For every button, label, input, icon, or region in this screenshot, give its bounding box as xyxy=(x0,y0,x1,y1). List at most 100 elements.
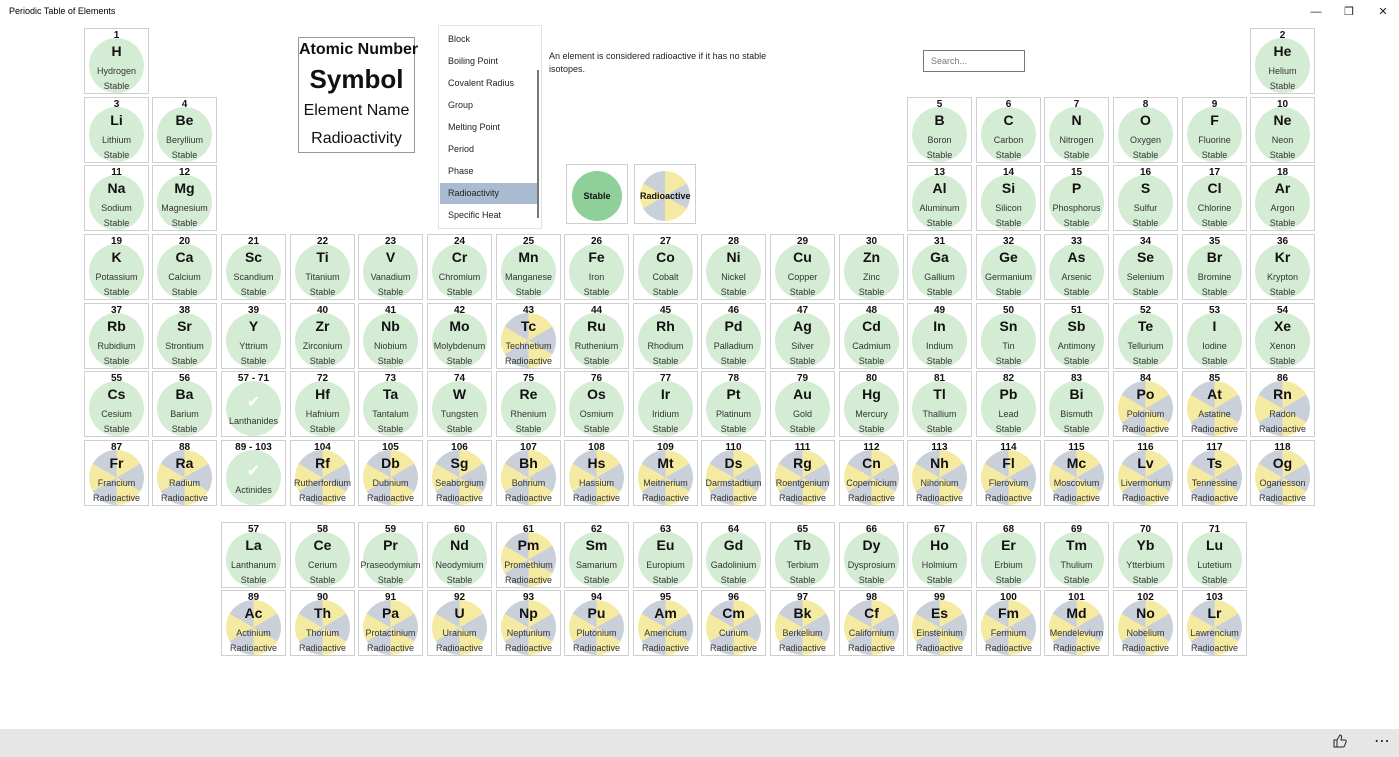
element-cell[interactable]: 112 Cn Copernicium Radioactive xyxy=(839,440,904,506)
element-cell[interactable]: 109 Mt Meitnerium Radioactive xyxy=(633,440,698,506)
element-cell[interactable]: 18 Ar Argon Stable xyxy=(1250,165,1315,231)
element-cell[interactable]: 115 Mc Moscovium Radioactive xyxy=(1044,440,1109,506)
element-cell[interactable]: 32 Ge Germanium Stable xyxy=(976,234,1041,300)
element-cell[interactable]: 17 Cl Chlorine Stable xyxy=(1182,165,1247,231)
element-cell[interactable]: 45 Rh Rhodium Stable xyxy=(633,303,698,369)
element-cell[interactable]: 103 Lr Lawrencium Radioactive xyxy=(1182,590,1247,656)
search-input[interactable] xyxy=(923,50,1025,72)
element-cell[interactable]: 67 Ho Holmium Stable xyxy=(907,522,972,588)
element-cell[interactable]: 64 Gd Gadolinium Stable xyxy=(701,522,766,588)
element-cell[interactable]: 97 Bk Berkelium Radioactive xyxy=(770,590,835,656)
property-item[interactable]: Specific Heat xyxy=(440,205,539,226)
element-cell[interactable]: 46 Pd Palladium Stable xyxy=(701,303,766,369)
element-cell[interactable]: 60 Nd Neodymium Stable xyxy=(427,522,492,588)
element-cell[interactable]: 56 Ba Barium Stable xyxy=(152,371,217,437)
element-cell[interactable]: 35 Br Bromine Stable xyxy=(1182,234,1247,300)
element-cell[interactable]: 69 Tm Thulium Stable xyxy=(1044,522,1109,588)
element-cell[interactable]: 34 Se Selenium Stable xyxy=(1113,234,1178,300)
element-cell[interactable]: 72 Hf Hafnium Stable xyxy=(290,371,355,437)
element-cell[interactable]: 102 No Nobelium Radioactive xyxy=(1113,590,1178,656)
legend-radioactive[interactable]: Radioactive xyxy=(634,164,696,224)
element-cell[interactable]: 70 Yb Ytterbium Stable xyxy=(1113,522,1178,588)
element-cell[interactable]: 25 Mn Manganese Stable xyxy=(496,234,561,300)
element-cell[interactable]: 42 Mo Molybdenum Stable xyxy=(427,303,492,369)
element-cell[interactable]: 89 Ac Actinium Radioactive xyxy=(221,590,286,656)
element-cell[interactable]: 15 P Phosphorus Stable xyxy=(1044,165,1109,231)
element-cell[interactable]: 117 Ts Tennessine Radioactive xyxy=(1182,440,1247,506)
element-cell[interactable]: 10 Ne Neon Stable xyxy=(1250,97,1315,163)
element-cell[interactable]: 23 V Vanadium Stable xyxy=(358,234,423,300)
element-cell[interactable]: 20 Ca Calcium Stable xyxy=(152,234,217,300)
element-cell[interactable]: 96 Cm Curium Radioactive xyxy=(701,590,766,656)
element-cell[interactable]: 43 Tc Technetium Radioactive xyxy=(496,303,561,369)
element-cell[interactable]: 37 Rb Rubidium Stable xyxy=(84,303,149,369)
element-cell[interactable]: 11 Na Sodium Stable xyxy=(84,165,149,231)
element-cell[interactable]: 22 Ti Titanium Stable xyxy=(290,234,355,300)
element-cell[interactable]: 13 Al Aluminum Stable xyxy=(907,165,972,231)
element-cell[interactable]: 99 Es Einsteinium Radioactive xyxy=(907,590,972,656)
property-item[interactable]: Group xyxy=(440,95,539,116)
element-cell[interactable]: 87 Fr Francium Radioactive xyxy=(84,440,149,506)
element-cell[interactable]: 58 Ce Cerium Stable xyxy=(290,522,355,588)
element-cell[interactable]: 73 Ta Tantalum Stable xyxy=(358,371,423,437)
property-list[interactable]: Block Boiling Point Covalent Radius Grou… xyxy=(438,25,542,229)
element-cell[interactable]: 98 Cf Californium Radioactive xyxy=(839,590,904,656)
element-cell[interactable]: 19 K Potassium Stable xyxy=(84,234,149,300)
element-cell[interactable]: 33 As Arsenic Stable xyxy=(1044,234,1109,300)
element-cell[interactable]: 93 Np Neptunium Radioactive xyxy=(496,590,561,656)
element-cell[interactable]: 48 Cd Cadmium Stable xyxy=(839,303,904,369)
element-cell[interactable]: 30 Zn Zinc Stable xyxy=(839,234,904,300)
element-cell[interactable]: 71 Lu Lutetium Stable xyxy=(1182,522,1247,588)
element-cell[interactable]: 78 Pt Platinum Stable xyxy=(701,371,766,437)
element-cell[interactable]: 79 Au Gold Stable xyxy=(770,371,835,437)
element-cell[interactable]: 86 Rn Radon Radioactive xyxy=(1250,371,1315,437)
element-cell[interactable]: 54 Xe Xenon Stable xyxy=(1250,303,1315,369)
element-cell[interactable]: 53 I Iodine Stable xyxy=(1182,303,1247,369)
element-cell[interactable]: 84 Po Polonium Radioactive xyxy=(1113,371,1178,437)
element-cell[interactable]: 63 Eu Europium Stable xyxy=(633,522,698,588)
element-cell[interactable]: 8 O Oxygen Stable xyxy=(1113,97,1178,163)
element-cell[interactable]: 38 Sr Strontium Stable xyxy=(152,303,217,369)
element-cell[interactable]: 91 Pa Protactinium Radioactive xyxy=(358,590,423,656)
element-cell[interactable]: 16 S Sulfur Stable xyxy=(1113,165,1178,231)
element-cell[interactable]: 75 Re Rhenium Stable xyxy=(496,371,561,437)
element-cell[interactable]: 105 Db Dubnium Radioactive xyxy=(358,440,423,506)
thumbs-up-icon[interactable] xyxy=(1333,734,1347,751)
element-cell[interactable]: 12 Mg Magnesium Stable xyxy=(152,165,217,231)
element-cell[interactable]: 114 Fl Flerovium Radioactive xyxy=(976,440,1041,506)
element-cell[interactable]: 29 Cu Copper Stable xyxy=(770,234,835,300)
element-cell[interactable]: 107 Bh Bohrium Radioactive xyxy=(496,440,561,506)
element-cell[interactable]: 21 Sc Scandium Stable xyxy=(221,234,286,300)
property-item[interactable]: Covalent Radius xyxy=(440,73,539,94)
legend-stable[interactable]: Stable xyxy=(566,164,628,224)
element-cell[interactable]: 44 Ru Ruthenium Stable xyxy=(564,303,629,369)
element-cell[interactable]: 55 Cs Cesium Stable xyxy=(84,371,149,437)
element-cell[interactable]: 88 Ra Radium Radioactive xyxy=(152,440,217,506)
property-item[interactable]: Block xyxy=(440,29,539,50)
element-cell[interactable]: 41 Nb Niobium Stable xyxy=(358,303,423,369)
element-cell[interactable]: 118 Og Oganesson Radioactive xyxy=(1250,440,1315,506)
element-cell[interactable]: 81 Tl Thallium Stable xyxy=(907,371,972,437)
element-cell[interactable]: 100 Fm Fermium Radioactive xyxy=(976,590,1041,656)
close-button[interactable]: ✕ xyxy=(1366,3,1399,21)
element-cell[interactable]: 111 Rg Roentgenium Radioactive xyxy=(770,440,835,506)
maximize-button[interactable]: ❐ xyxy=(1332,3,1366,21)
element-cell[interactable]: 65 Tb Terbium Stable xyxy=(770,522,835,588)
element-cell[interactable]: 59 Pr Praseodymium Stable xyxy=(358,522,423,588)
element-cell[interactable]: 92 U Uranium Radioactive xyxy=(427,590,492,656)
element-cell[interactable]: 51 Sb Antimony Stable xyxy=(1044,303,1109,369)
minimize-button[interactable]: — xyxy=(1299,3,1333,21)
element-cell[interactable]: 28 Ni Nickel Stable xyxy=(701,234,766,300)
property-item-selected[interactable]: Radioactivity xyxy=(440,183,539,204)
element-cell[interactable]: 77 Ir Iridium Stable xyxy=(633,371,698,437)
property-item[interactable]: Phase xyxy=(440,161,539,182)
element-cell[interactable]: 85 At Astatine Radioactive xyxy=(1182,371,1247,437)
element-cell[interactable]: 57 La Lanthanum Stable xyxy=(221,522,286,588)
element-cell[interactable]: 110 Ds Darmstadtium Radioactive xyxy=(701,440,766,506)
element-cell[interactable]: 6 C Carbon Stable xyxy=(976,97,1041,163)
property-item[interactable]: Period xyxy=(440,139,539,160)
element-cell[interactable]: 52 Te Tellurium Stable xyxy=(1113,303,1178,369)
element-cell[interactable]: 7 N Nitrogen Stable xyxy=(1044,97,1109,163)
element-cell[interactable]: 2 He Helium Stable xyxy=(1250,28,1315,94)
element-cell[interactable]: 61 Pm Promethium Radioactive xyxy=(496,522,561,588)
